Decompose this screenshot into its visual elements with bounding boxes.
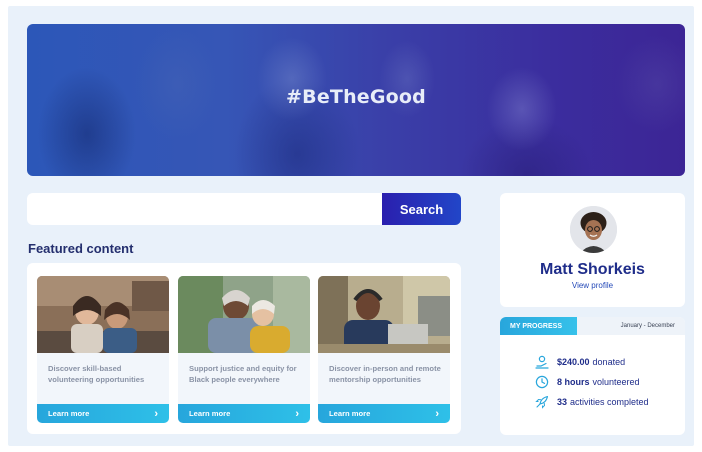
card-description: Discover in-person and remote mentorship… — [329, 364, 441, 384]
hero-banner: #BeTheGood — [27, 24, 685, 176]
featured-card[interactable]: Discover skill-based volunteering opport… — [37, 276, 169, 423]
card-description: Discover skill-based volunteering opport… — [48, 364, 145, 384]
people-hugging-photo — [178, 276, 310, 353]
hero-hashtag: #BeTheGood — [286, 86, 426, 108]
learn-more-button[interactable]: Learn more › — [37, 404, 169, 423]
view-profile-link[interactable]: View profile — [500, 281, 685, 290]
progress-badge: MY PROGRESS — [500, 317, 577, 335]
stat-label: donated — [592, 357, 626, 367]
progress-card: MY PROGRESS January - December $240.00 d… — [500, 317, 685, 435]
stat-label: activities completed — [570, 397, 649, 407]
avatar — [570, 206, 617, 253]
stat-donated: $240.00 donated — [535, 355, 625, 369]
stat-label: volunteered — [592, 377, 640, 387]
chevron-right-icon: › — [435, 407, 439, 420]
progress-date-range: January - December — [620, 323, 675, 329]
profile-name: Matt Shorkeis — [540, 261, 645, 278]
search-button[interactable]: Search — [382, 193, 461, 225]
stat-value: 8 hours — [557, 377, 590, 387]
stat-value: 33 — [557, 397, 568, 407]
stat-activities: 33 activities completed — [535, 395, 649, 409]
stat-volunteered: 8 hours volunteered — [535, 375, 640, 389]
donation-hand-icon — [535, 355, 549, 369]
learn-more-label: Learn more — [329, 409, 371, 418]
learn-more-button[interactable]: Learn more › — [178, 404, 310, 423]
learn-more-label: Learn more — [48, 409, 90, 418]
learn-more-button[interactable]: Learn more › — [318, 404, 450, 423]
volunteers-smiling-photo — [37, 276, 169, 353]
clock-icon — [535, 375, 549, 389]
card-description: Support justice and equity for Black peo… — [189, 364, 297, 384]
featured-card[interactable]: Support justice and equity for Black peo… — [178, 276, 310, 423]
chevron-right-icon: › — [154, 407, 158, 420]
profile-card: Matt Shorkeis View profile — [500, 193, 685, 307]
featured-card[interactable]: Discover in-person and remote mentorship… — [318, 276, 450, 423]
man-with-headphones-laptop-photo — [318, 276, 450, 353]
featured-heading: Featured content — [28, 241, 134, 256]
learn-more-label: Learn more — [189, 409, 231, 418]
search-input[interactable] — [27, 193, 383, 225]
rocket-icon — [535, 395, 549, 409]
progress-header: MY PROGRESS January - December — [500, 317, 685, 335]
chevron-right-icon: › — [295, 407, 299, 420]
stat-value: $240.00 — [557, 357, 590, 367]
featured-panel: Discover skill-based volunteering opport… — [27, 263, 461, 434]
